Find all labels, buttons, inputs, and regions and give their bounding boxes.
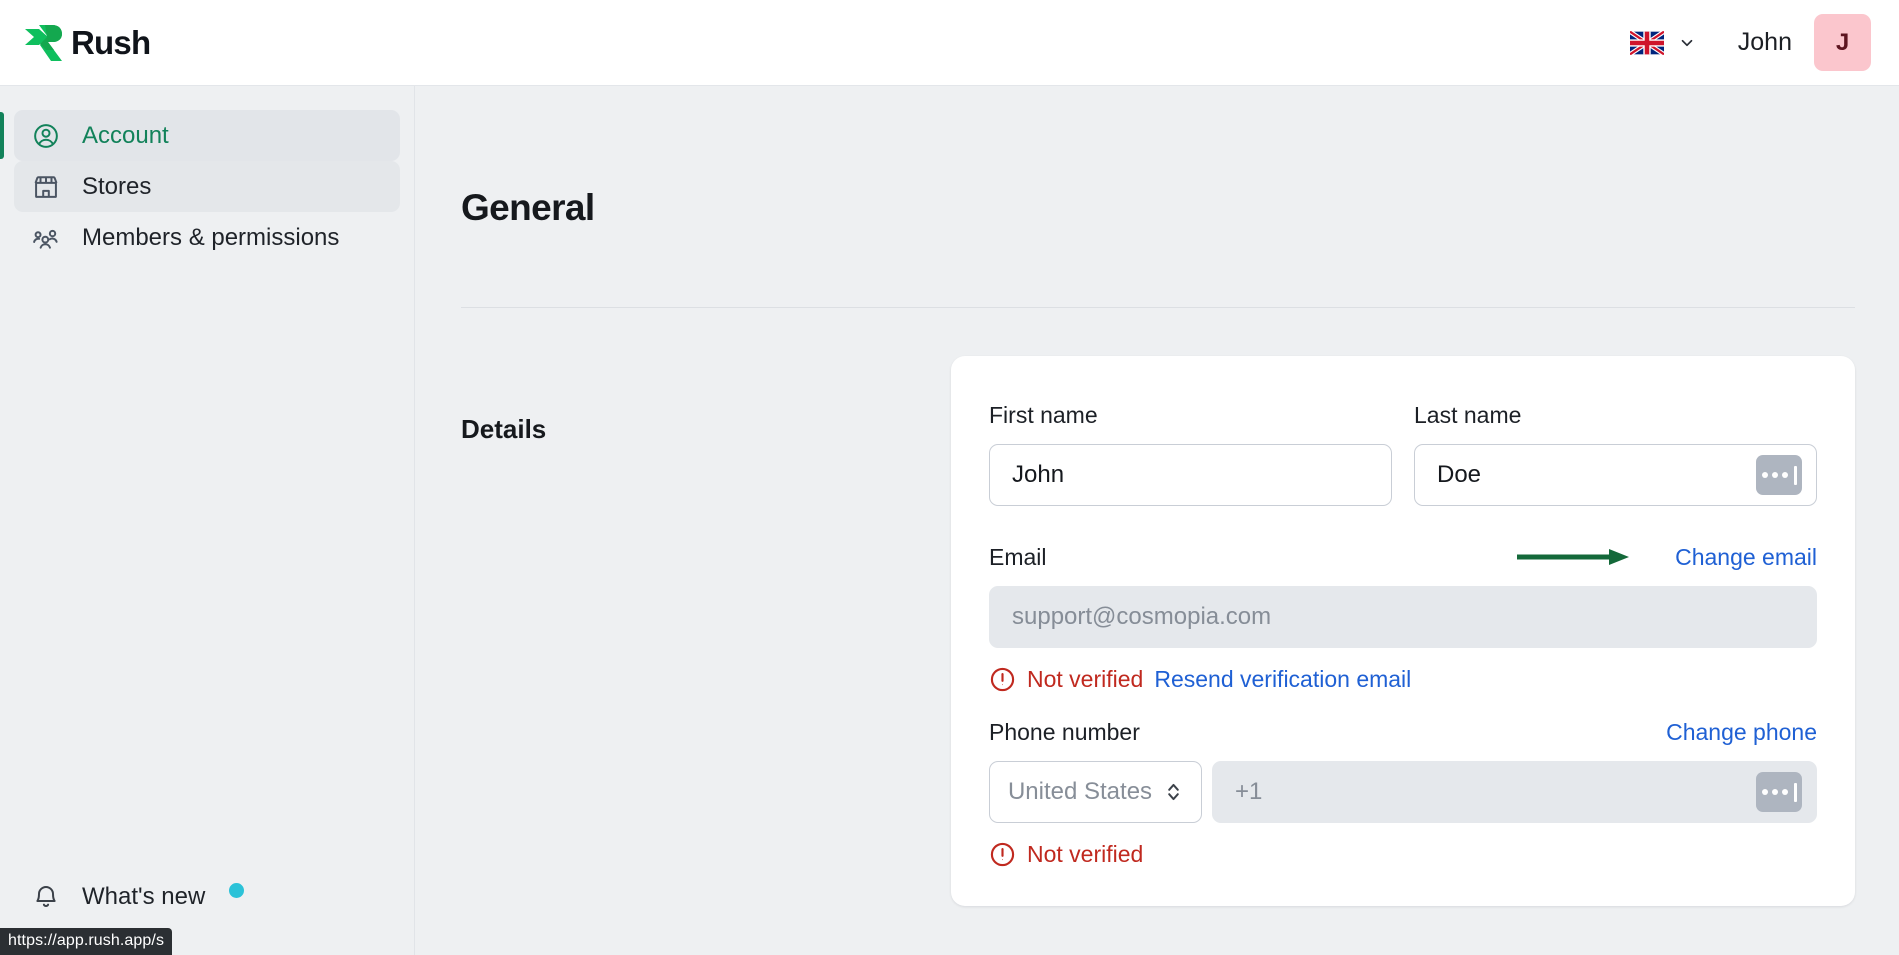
phone-label-row: Phone number Change phone <box>989 717 1817 747</box>
mask-dot <box>1761 789 1768 795</box>
email-input: support@cosmopia.com <box>989 586 1817 648</box>
email-value: support@cosmopia.com <box>1012 603 1272 630</box>
sidebar-item-members-permissions[interactable]: Members & permissions <box>14 212 400 263</box>
name-fields-row: First name John Last name Doe <box>989 400 1817 506</box>
first-name-value: John <box>1012 461 1065 488</box>
last-name-label-row: Last name <box>1414 400 1817 430</box>
store-icon <box>32 173 60 201</box>
first-name-label: First name <box>989 401 1098 428</box>
mask-toggle-icon[interactable] <box>1756 772 1802 812</box>
whats-new-button[interactable]: What's new <box>14 873 400 921</box>
sidebar-nav: Account Stores Members & permissions <box>0 110 414 263</box>
mask-caret <box>1793 782 1797 802</box>
alert-circle-icon <box>989 666 1016 693</box>
country-select-value: United States <box>1007 778 1153 805</box>
mask-dot <box>1771 789 1778 795</box>
uk-flag-icon <box>1628 29 1666 56</box>
header-divider <box>461 307 1855 308</box>
first-name-field-group: First name John <box>989 400 1392 506</box>
sidebar-item-label: Account <box>82 121 169 149</box>
status-bar-url: https://app.rush.app/s <box>0 928 173 955</box>
rush-logo-icon <box>24 23 66 63</box>
email-label-row: Email Change email <box>989 542 1817 572</box>
brand-name: Rush <box>71 23 151 61</box>
app-header: Rush John J <box>0 0 1899 86</box>
mask-dot <box>1781 789 1788 795</box>
header-actions: John J <box>1618 14 1871 71</box>
whats-new-badge-dot <box>229 883 245 898</box>
mask-dot <box>1761 472 1768 478</box>
avatar-initial: J <box>1835 28 1850 56</box>
sidebar-item-label: Stores <box>82 172 152 200</box>
change-phone-link[interactable]: Change phone <box>1666 720 1817 744</box>
sidebar: Account Stores Members & permissions Wha… <box>0 86 415 955</box>
page-title: General <box>461 187 595 228</box>
main-content: General Details First name John Last nam… <box>415 86 1899 955</box>
header-user-name: John <box>1737 28 1792 56</box>
details-section: Details First name John Last name Doe Em… <box>461 356 1855 906</box>
bell-icon <box>32 883 60 911</box>
email-verification-row: Not verified Resend verification email <box>989 666 1817 693</box>
chevron-up-down-icon <box>1164 779 1183 805</box>
avatar[interactable]: J <box>1814 14 1871 71</box>
email-label: Email <box>989 543 1047 570</box>
mask-dot <box>1771 472 1778 478</box>
sidebar-item-label: Members & permissions <box>82 223 340 251</box>
email-status-badge: Not verified <box>1027 666 1144 692</box>
last-name-label: Last name <box>1414 401 1522 428</box>
email-field-group: Email Change email support@cosmopia.com <box>989 542 1817 693</box>
last-name-value: Doe <box>1437 461 1482 488</box>
mask-caret <box>1793 465 1797 485</box>
sidebar-item-stores[interactable]: Stores <box>14 161 400 212</box>
country-select[interactable]: United States <box>989 761 1202 823</box>
phone-input-row: United States +1 <box>989 761 1817 823</box>
first-name-label-row: First name <box>989 400 1392 430</box>
alert-circle-icon <box>989 841 1016 868</box>
mask-dot <box>1781 472 1788 478</box>
change-email-link[interactable]: Change email <box>1675 545 1817 569</box>
brand-logo[interactable]: Rush <box>24 23 151 63</box>
phone-label: Phone number <box>989 718 1140 745</box>
details-card: First name John Last name Doe Email Chan… <box>951 356 1855 906</box>
last-name-field-group: Last name Doe <box>1414 400 1817 506</box>
user-circle-icon <box>32 122 60 150</box>
app-body: Account Stores Members & permissions Wha… <box>0 86 1899 955</box>
whats-new-label: What's new <box>82 883 206 910</box>
sidebar-item-account[interactable]: Account <box>0 110 400 161</box>
phone-number-input: +1 <box>1212 761 1817 823</box>
annotation-arrow-icon <box>1515 545 1631 569</box>
first-name-input[interactable]: John <box>989 444 1392 506</box>
mask-toggle-icon[interactable] <box>1756 455 1802 495</box>
chevron-down-icon <box>1678 34 1696 52</box>
phone-field-group: Phone number Change phone United States <box>989 717 1817 868</box>
resend-verification-email-link[interactable]: Resend verification email <box>1154 668 1411 691</box>
users-group-icon <box>32 224 60 252</box>
last-name-input[interactable]: Doe <box>1414 444 1817 506</box>
phone-verification-row: Not verified <box>989 841 1817 868</box>
phone-number-value: +1 <box>1235 778 1263 805</box>
phone-status-badge: Not verified <box>1027 841 1144 867</box>
details-section-label: Details <box>461 414 547 444</box>
language-selector[interactable] <box>1618 23 1708 63</box>
